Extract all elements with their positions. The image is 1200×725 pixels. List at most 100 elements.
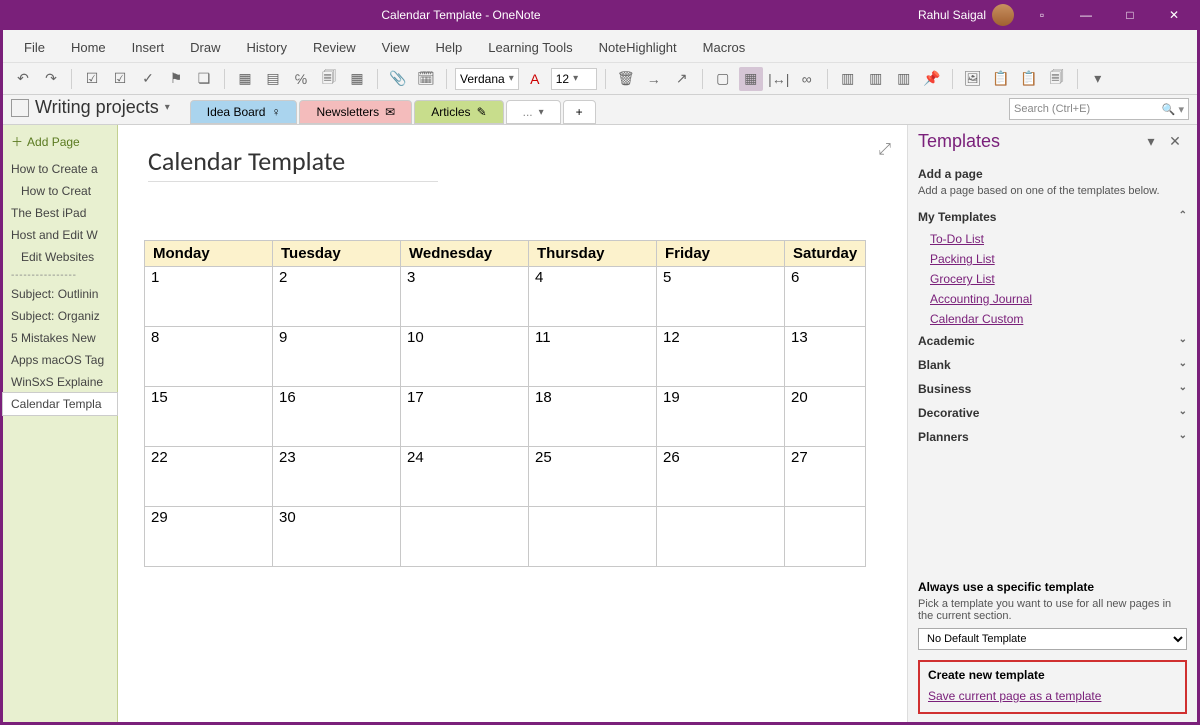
font-color-icon[interactable]: A: [523, 67, 547, 91]
font-name-select[interactable]: Verdana▾: [455, 68, 519, 90]
chevron-down-icon: ▾: [165, 102, 170, 113]
overflow-icon[interactable]: ▾: [1086, 67, 1110, 91]
menu-help[interactable]: Help: [423, 36, 476, 59]
category-decorative[interactable]: Decorative⌄: [918, 401, 1187, 425]
my-templates-toggle[interactable]: My Templates⌃: [918, 205, 1187, 229]
template-link[interactable]: Calendar Custom: [918, 309, 1187, 329]
list-icon[interactable]: ▢: [711, 67, 735, 91]
separator: [1077, 69, 1078, 89]
page-item[interactable]: 5 Mistakes New: [3, 327, 117, 349]
panel2-icon[interactable]: ▥: [864, 67, 888, 91]
separator: [446, 69, 447, 89]
mail-icon: ✉: [385, 105, 395, 119]
menu-view[interactable]: View: [369, 36, 423, 59]
category-business[interactable]: Business⌄: [918, 377, 1187, 401]
maximize-button[interactable]: □: [1108, 0, 1152, 30]
date-icon[interactable]: 🗓: [414, 67, 438, 91]
default-template-select[interactable]: No Default Template: [918, 628, 1187, 650]
clip-icon[interactable]: ▦: [233, 67, 257, 91]
menu-history[interactable]: History: [234, 36, 300, 59]
menu-file[interactable]: File: [11, 36, 58, 59]
tag-star-icon[interactable]: ❏: [192, 67, 216, 91]
tag-flag-icon[interactable]: ⚑: [164, 67, 188, 91]
highlight-icon[interactable]: ▤: [261, 67, 285, 91]
save-as-template-link[interactable]: Save current page as a template: [928, 686, 1177, 706]
template-link[interactable]: Packing List: [918, 249, 1187, 269]
notebook-selector[interactable]: Writing projects ▾: [11, 97, 178, 124]
width-icon[interactable]: |↔|: [767, 67, 791, 91]
redo-icon[interactable]: ↷: [39, 67, 63, 91]
toolbar: ↶ ↷ ☑ ☑ ✓ ⚑ ❏ ▦ ▤ ℅ 🗐 ▦ 📎 🗓 Verdana▾ A 1…: [3, 63, 1197, 95]
always-use-sub: Pick a template you want to use for all …: [918, 598, 1187, 622]
attach-icon[interactable]: 📎: [386, 67, 410, 91]
clipboard-icon[interactable]: 📋: [1017, 67, 1041, 91]
link-icon[interactable]: ℅: [289, 67, 313, 91]
pane-options-icon[interactable]: ▾: [1139, 129, 1163, 153]
separator: [605, 69, 606, 89]
template-link[interactable]: To-Do List: [918, 229, 1187, 249]
close-button[interactable]: ✕: [1152, 0, 1196, 30]
page-item[interactable]: Edit Websites: [3, 246, 117, 268]
trash-icon[interactable]: 🗑: [614, 67, 638, 91]
search-placeholder: Search (Ctrl+E): [1014, 103, 1090, 115]
page-item[interactable]: Subject: Organiz: [3, 305, 117, 327]
check-icon[interactable]: ✓: [136, 67, 160, 91]
window-title: Calendar Template - OneNote: [4, 8, 918, 22]
avatar[interactable]: [992, 4, 1014, 26]
category-blank[interactable]: Blank⌄: [918, 353, 1187, 377]
pane-close-icon[interactable]: ✕: [1163, 129, 1187, 153]
export-icon[interactable]: ↗: [670, 67, 694, 91]
ribbon-options-icon[interactable]: ▫: [1020, 0, 1064, 30]
template-link[interactable]: Grocery List: [918, 269, 1187, 289]
expand-icon[interactable]: ⤢: [878, 141, 891, 159]
day-header: Wednesday: [401, 241, 529, 267]
menu-review[interactable]: Review: [300, 36, 369, 59]
add-page-button[interactable]: ＋ Add Page: [3, 125, 117, 158]
grid-icon[interactable]: ▦: [739, 67, 763, 91]
menu-draw[interactable]: Draw: [177, 36, 233, 59]
panel3-icon[interactable]: ▥: [892, 67, 916, 91]
day-header: Monday: [145, 241, 273, 267]
arrow-right-icon[interactable]: →: [642, 67, 666, 91]
page-item[interactable]: How to Creat: [3, 180, 117, 202]
page-item[interactable]: Apps macOS Tag: [3, 349, 117, 371]
copy2-icon[interactable]: 🗐: [1045, 67, 1069, 91]
page-canvas[interactable]: Calendar Template ⤢ Monday Tuesday Wedne…: [118, 125, 907, 722]
tab-articles[interactable]: Articles✎: [414, 100, 503, 124]
notebook-icon: [11, 99, 29, 117]
menu-notehighlight[interactable]: NoteHighlight: [586, 36, 690, 59]
minimize-button[interactable]: —: [1064, 0, 1108, 30]
template-link[interactable]: Accounting Journal: [918, 289, 1187, 309]
tab-add-button[interactable]: +: [563, 100, 596, 124]
table-icon[interactable]: ▦: [345, 67, 369, 91]
menu-insert[interactable]: Insert: [119, 36, 178, 59]
infinity-icon[interactable]: ∞: [795, 67, 819, 91]
todo-star-icon[interactable]: ☑: [108, 67, 132, 91]
pin-icon[interactable]: 📌: [920, 67, 944, 91]
category-academic[interactable]: Academic⌄: [918, 329, 1187, 353]
separator: [827, 69, 828, 89]
page-item[interactable]: How to Create a: [3, 158, 117, 180]
checkbox-icon[interactable]: ☑: [80, 67, 104, 91]
tab-newsletters[interactable]: Newsletters✉: [299, 100, 412, 124]
menu-macros[interactable]: Macros: [690, 36, 759, 59]
page-item[interactable]: The Best iPad: [3, 202, 117, 224]
pen-icon: ✎: [477, 105, 487, 119]
font-size-select[interactable]: 12▾: [551, 68, 597, 90]
tab-idea-board[interactable]: Idea Board♀: [190, 100, 298, 124]
image-icon[interactable]: 🖼: [961, 67, 985, 91]
page-item[interactable]: Subject: Outlinin: [3, 283, 117, 305]
menu-learning-tools[interactable]: Learning Tools: [475, 36, 585, 59]
undo-icon[interactable]: ↶: [11, 67, 35, 91]
page-item[interactable]: WinSxS Explaine: [3, 371, 117, 393]
page-title[interactable]: Calendar Template: [148, 145, 438, 182]
menu-home[interactable]: Home: [58, 36, 119, 59]
panel1-icon[interactable]: ▥: [836, 67, 860, 91]
copy-icon[interactable]: 🗐: [317, 67, 341, 91]
page-item[interactable]: Host and Edit W: [3, 224, 117, 246]
paste-icon[interactable]: 📋: [989, 67, 1013, 91]
category-planners[interactable]: Planners⌄: [918, 425, 1187, 449]
page-item-selected[interactable]: Calendar Templa: [2, 392, 118, 416]
search-input[interactable]: Search (Ctrl+E) 🔍 ▾: [1009, 98, 1189, 120]
tab-more[interactable]: ... ▾: [506, 100, 561, 124]
